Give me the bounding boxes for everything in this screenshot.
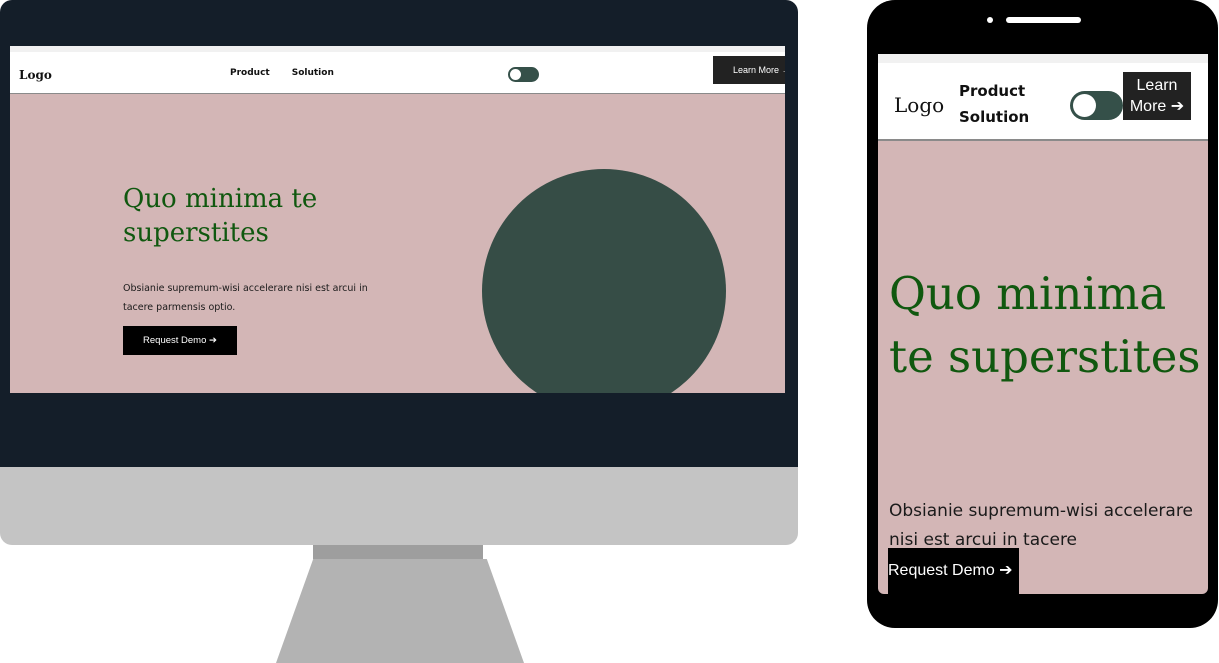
desktop-logo[interactable]: Logo <box>19 68 52 82</box>
mobile-screen: Logo Product Solution Learn More ➔ Quo m… <box>878 54 1208 594</box>
desktop-request-demo-button[interactable]: Request Demo ➔ <box>123 326 237 355</box>
monitor-stand <box>276 559 524 663</box>
desktop-hero-title: Quo minima te superstites <box>123 184 318 248</box>
mobile-request-demo-button[interactable]: Request Demo ➔ <box>888 548 1019 594</box>
desktop-nav-link-solution[interactable]: Solution <box>292 68 334 78</box>
mobile-hero-text: Obsianie supremum-wisi accelerare nisi e… <box>889 501 1193 550</box>
mobile-navbar: Logo Product Solution Learn More ➔ <box>878 54 1208 141</box>
desktop-navbar: Logo Product Solution Learn More → <box>10 46 785 94</box>
desktop-hero-text: Obsianie supremum-wisi accelerare nisi e… <box>123 283 368 313</box>
mobile-nav-link-product[interactable]: Product <box>959 80 1029 102</box>
mobile-learn-more-button[interactable]: Learn More ➔ <box>1123 72 1191 120</box>
phone-camera-dot <box>987 17 993 23</box>
phone-speaker <box>1006 17 1081 23</box>
desktop-theme-toggle[interactable] <box>508 67 539 82</box>
desktop-toggle-knob <box>510 69 521 80</box>
mobile-hero-title: Quo minima te superstites <box>889 267 1201 383</box>
mobile-theme-toggle[interactable] <box>1070 91 1123 120</box>
mobile-nav-links: Product Solution <box>959 80 1029 128</box>
desktop-nav-link-product[interactable]: Product <box>230 68 270 78</box>
desktop-learn-more-button[interactable]: Learn More → <box>713 56 785 84</box>
desktop-hero-circle <box>482 169 726 393</box>
desktop-screen: Logo Product Solution Learn More → Quo m… <box>10 46 785 393</box>
monitor-neck <box>313 545 483 559</box>
desktop-nav-links: Product Solution <box>230 68 334 78</box>
mobile-toggle-knob <box>1073 94 1096 117</box>
monitor-chin <box>0 467 798 545</box>
mobile-nav-link-solution[interactable]: Solution <box>959 106 1029 128</box>
mobile-logo[interactable]: Logo <box>894 93 944 117</box>
